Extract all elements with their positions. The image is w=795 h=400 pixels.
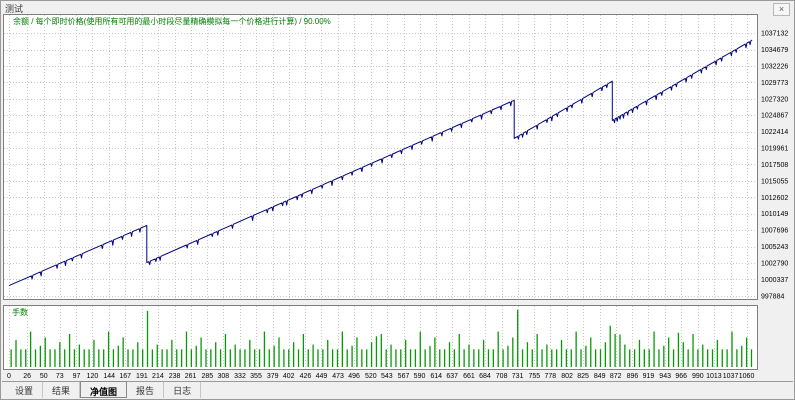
equity-graph[interactable]: 1037132 1034679 1032226 1029773 1027320 10248…	[1, 1, 795, 386]
svg-text:73: 73	[56, 373, 64, 380]
svg-text:997884: 997884	[761, 293, 784, 300]
svg-text:872: 872	[610, 373, 622, 380]
lots-panel-label: 手数	[12, 307, 28, 318]
svg-text:50: 50	[40, 373, 48, 380]
svg-text:731: 731	[512, 373, 524, 380]
svg-text:637: 637	[446, 373, 458, 380]
svg-text:332: 332	[234, 373, 246, 380]
svg-text:520: 520	[365, 373, 377, 380]
svg-text:684: 684	[479, 373, 491, 380]
svg-text:1032226: 1032226	[761, 64, 788, 71]
upper-panel-bg	[4, 15, 758, 300]
svg-text:1034679: 1034679	[761, 47, 788, 54]
svg-text:802: 802	[561, 373, 573, 380]
svg-text:943: 943	[659, 373, 671, 380]
svg-text:1027320: 1027320	[761, 96, 788, 103]
svg-text:1060: 1060	[739, 373, 755, 380]
tab-settings[interactable]: 设置	[6, 382, 43, 398]
svg-text:449: 449	[316, 373, 328, 380]
svg-text:1017508: 1017508	[761, 162, 788, 169]
svg-text:0: 0	[7, 373, 11, 380]
svg-text:238: 238	[169, 373, 181, 380]
svg-text:1015055: 1015055	[761, 178, 788, 185]
svg-text:496: 496	[348, 373, 360, 380]
svg-text:473: 473	[332, 373, 344, 380]
x-axis-labels: 0 26 50 73 97 120 144 167 191 214 238 261 285 308 332 3…	[7, 373, 754, 380]
svg-text:708: 708	[496, 373, 508, 380]
svg-text:567: 567	[398, 373, 410, 380]
svg-text:1022414: 1022414	[761, 129, 788, 136]
tab-journal[interactable]: 日志	[164, 382, 201, 398]
svg-text:896: 896	[627, 373, 639, 380]
svg-text:191: 191	[136, 373, 148, 380]
svg-text:1024867: 1024867	[761, 113, 788, 120]
svg-text:144: 144	[103, 373, 115, 380]
svg-text:261: 261	[185, 373, 197, 380]
svg-text:778: 778	[544, 373, 556, 380]
svg-text:661: 661	[463, 373, 475, 380]
svg-text:919: 919	[643, 373, 655, 380]
svg-text:1019961: 1019961	[761, 146, 788, 153]
svg-text:1013: 1013	[706, 373, 722, 380]
svg-text:755: 755	[528, 373, 540, 380]
svg-text:355: 355	[250, 373, 262, 380]
svg-text:543: 543	[381, 373, 393, 380]
svg-text:379: 379	[267, 373, 279, 380]
svg-text:1010149: 1010149	[761, 211, 788, 218]
svg-text:26: 26	[23, 373, 31, 380]
balance-model-quality-label: 余额 / 每个即时价格(使用所有可用的最小时段尽量精确模拟每一个价格进行计算) …	[13, 16, 331, 27]
svg-text:614: 614	[430, 373, 442, 380]
tab-report[interactable]: 报告	[127, 382, 164, 398]
svg-text:285: 285	[201, 373, 213, 380]
tab-results[interactable]: 结果	[43, 382, 80, 398]
svg-text:1000337: 1000337	[761, 277, 788, 284]
svg-text:1002790: 1002790	[761, 260, 788, 267]
svg-text:966: 966	[675, 373, 687, 380]
svg-text:402: 402	[283, 373, 295, 380]
tab-graph[interactable]: 净值图	[80, 381, 127, 398]
svg-text:1037: 1037	[723, 373, 739, 380]
svg-text:1037132: 1037132	[761, 31, 788, 38]
svg-text:120: 120	[87, 373, 99, 380]
svg-text:214: 214	[152, 373, 164, 380]
svg-text:849: 849	[594, 373, 606, 380]
svg-text:1012602: 1012602	[761, 195, 788, 202]
svg-text:97: 97	[73, 373, 81, 380]
svg-text:1005243: 1005243	[761, 244, 788, 251]
svg-text:1029773: 1029773	[761, 80, 788, 87]
tab-bar: 设置 结果 净值图 报告 日志	[2, 381, 793, 398]
svg-text:825: 825	[577, 373, 589, 380]
svg-text:426: 426	[300, 373, 312, 380]
tester-window: 测试 × 10371321034679103222610297731027320…	[0, 0, 795, 400]
svg-text:590: 590	[414, 373, 426, 380]
svg-text:167: 167	[119, 373, 131, 380]
svg-text:308: 308	[217, 373, 229, 380]
svg-text:990: 990	[692, 373, 704, 380]
svg-text:1007696: 1007696	[761, 228, 788, 235]
y-axis-labels: 1037132 1034679 1032226 1029773 1027320 10248…	[761, 31, 788, 301]
